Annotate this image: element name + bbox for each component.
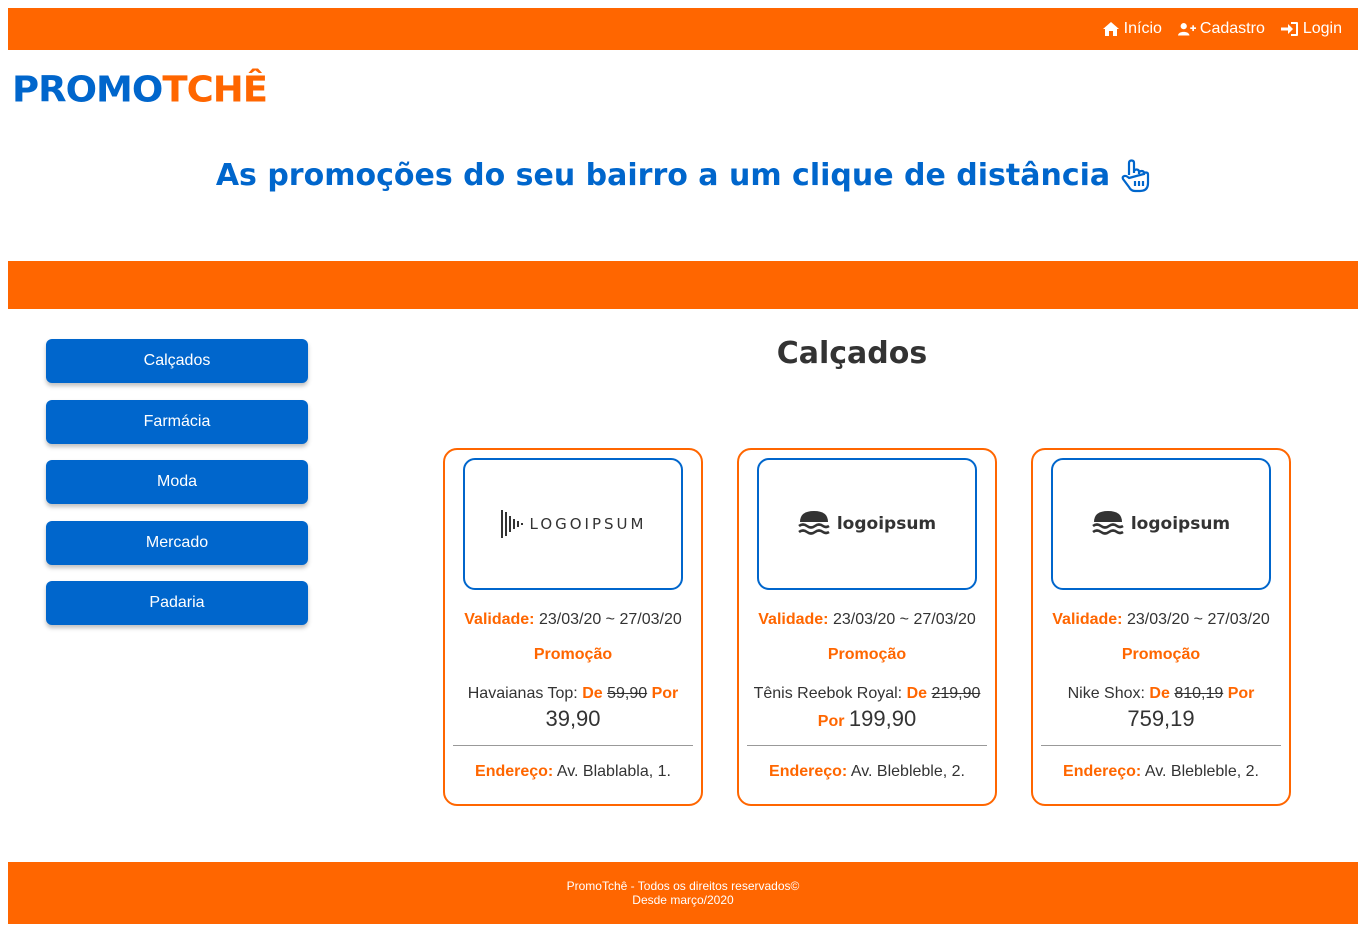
from-label: De — [1149, 685, 1170, 702]
validity-dates: 23/03/20 ~ 27/03/20 — [832, 611, 976, 628]
promo-card[interactable]: logoipsum Validade: 23/03/20 ~ 27/03/20 … — [737, 448, 997, 806]
store-logo-image: logoipsum — [1051, 458, 1271, 590]
to-label: Por — [651, 685, 679, 702]
product-name: Tênis Reebok Royal: — [753, 685, 903, 702]
address-value: Av. Blebleble, 2. — [1144, 763, 1259, 780]
card-validity: Validade: 23/03/20 ~ 27/03/20 — [445, 611, 701, 629]
promo-label: Promoção — [533, 646, 613, 663]
category-button-mercado[interactable]: Mercado — [46, 520, 308, 565]
store-logo-image: LOGOIPSUM — [463, 458, 683, 590]
validity-dates: 23/03/20 ~ 27/03/20 — [538, 611, 682, 628]
card-address: Endereço: Av. Blablabla, 1. — [445, 763, 701, 781]
validity-label: Validade: — [1052, 611, 1123, 628]
top-nav-bar: Início Cadastro Login — [8, 8, 1358, 50]
user-plus-icon — [1177, 23, 1196, 36]
card-product: Nike Shox: De 810,19 Por 759,19 — [1039, 681, 1283, 734]
old-price: 810,19 — [1174, 685, 1224, 702]
nav-home-label: Início — [1123, 20, 1162, 37]
footer-copyright: PromoTchê - Todos os direitos reservados… — [566, 879, 800, 893]
from-label: De — [582, 685, 603, 702]
address-value: Av. Blebleble, 2. — [850, 763, 965, 780]
orange-banner — [8, 261, 1358, 309]
brand-logo-part1: PROMO — [12, 69, 163, 110]
store-logo-text: LOGOIPSUM — [529, 515, 647, 533]
card-divider — [453, 745, 693, 746]
page-headline: As promoções do seu bairro a um clique d… — [0, 158, 1366, 193]
product-name: Nike Shox: — [1067, 685, 1145, 702]
nav-home-link[interactable]: Início — [1102, 20, 1162, 38]
old-price: 59,90 — [607, 685, 648, 702]
category-button-calcados[interactable]: Calçados — [46, 339, 308, 383]
new-price: 759,19 — [1127, 706, 1195, 731]
to-label: Por — [817, 713, 845, 730]
category-button-farmacia[interactable]: Farmácia — [46, 399, 308, 444]
store-logo-text: logoipsum — [836, 514, 937, 534]
card-divider — [1041, 745, 1281, 746]
from-label: De — [906, 685, 928, 702]
card-product: Havaianas Top: De 59,90 Por 39,90 — [451, 681, 695, 734]
validity-label: Validade: — [464, 611, 535, 628]
nav-register-link[interactable]: Cadastro — [1177, 20, 1265, 38]
promo-card[interactable]: LOGOIPSUM Validade: 23/03/20 ~ 27/03/20 … — [443, 448, 703, 806]
nav-login-link[interactable]: Login — [1280, 20, 1342, 38]
section-title: Calçados — [776, 336, 928, 371]
card-validity: Validade: 23/03/20 ~ 27/03/20 — [1033, 611, 1289, 629]
card-address: Endereço: Av. Blebleble, 2. — [1033, 763, 1289, 781]
nav-login-label: Login — [1302, 20, 1342, 37]
promo-label: Promoção — [1121, 646, 1201, 663]
address-label: Endereço: — [475, 763, 554, 780]
card-product: Tênis Reebok Royal: De 219,90 Por 199,90 — [745, 681, 989, 734]
validity-dates: 23/03/20 ~ 27/03/20 — [1126, 611, 1270, 628]
sign-in-icon — [1280, 22, 1298, 36]
brand-logo[interactable]: PROMOTCHÊ — [12, 67, 268, 113]
validity-label: Validade: — [758, 611, 829, 628]
store-logo-text: logoipsum — [1130, 514, 1231, 534]
store-logo-image: logoipsum — [757, 458, 977, 590]
new-price: 199,90 — [848, 706, 917, 731]
footer-since: Desde março/2020 — [632, 893, 734, 907]
old-price: 219,90 — [931, 685, 981, 702]
logo-bars-icon — [500, 510, 523, 538]
brand-logo-part2: TCHÊ — [162, 69, 268, 110]
pointing-hand-icon — [1121, 158, 1150, 192]
card-divider — [747, 745, 987, 746]
logo-waves-icon — [798, 511, 830, 535]
card-address: Endereço: Av. Blebleble, 2. — [739, 763, 995, 781]
category-button-padaria[interactable]: Padaria — [46, 581, 308, 625]
page-footer: PromoTchê - Todos os direitos reservados… — [8, 862, 1358, 924]
promo-label: Promoção — [827, 646, 907, 663]
promo-card[interactable]: logoipsum Validade: 23/03/20 ~ 27/03/20 … — [1031, 448, 1291, 806]
home-icon — [1102, 22, 1119, 36]
address-label: Endereço: — [769, 763, 848, 780]
card-validity: Validade: 23/03/20 ~ 27/03/20 — [739, 611, 995, 629]
nav-register-label: Cadastro — [1199, 20, 1265, 37]
logo-waves-icon — [1092, 511, 1124, 535]
to-label: Por — [1227, 685, 1255, 702]
category-button-moda[interactable]: Moda — [46, 460, 308, 504]
product-name: Havaianas Top: — [467, 685, 578, 702]
address-label: Endereço: — [1063, 763, 1142, 780]
category-sidebar: Calçados Farmácia Moda Mercado Padaria — [46, 339, 308, 642]
address-value: Av. Blablabla, 1. — [556, 763, 671, 780]
new-price: 39,90 — [545, 706, 601, 731]
headline-text: As promoções do seu bairro a um clique d… — [215, 158, 1111, 193]
